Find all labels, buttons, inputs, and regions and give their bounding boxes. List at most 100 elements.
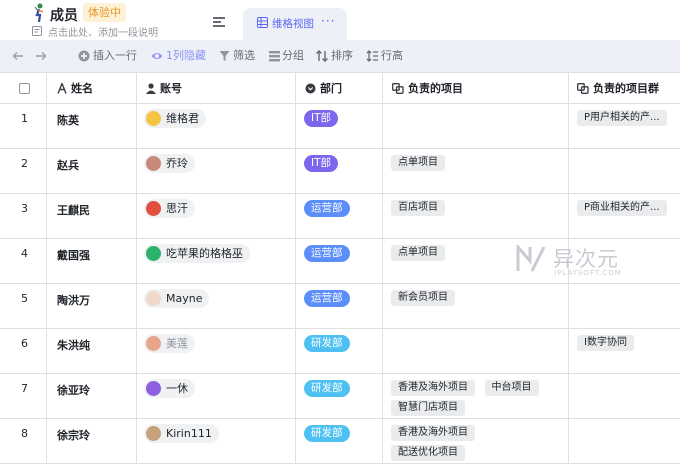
insert-row-button[interactable]: 插入一行	[78, 40, 140, 72]
header-account[interactable]: 账号	[137, 73, 296, 104]
project-tag[interactable]: 点单项目	[391, 155, 445, 171]
name-cell[interactable]: 陶洪万	[47, 284, 137, 328]
account-cell[interactable]: Kirin111	[137, 419, 296, 463]
table-row[interactable]: 1 陈英 维格君 IT部 P用户相关的产...	[0, 104, 680, 149]
project-groups-cell[interactable]	[569, 419, 680, 463]
account-chip[interactable]: 一休	[144, 379, 195, 398]
trial-badge: 体验中	[83, 3, 126, 22]
department-cell[interactable]: 运营部	[296, 194, 383, 238]
department-tag: IT部	[304, 155, 339, 172]
header-projects[interactable]: 负责的项目	[383, 73, 569, 104]
more-icon[interactable]: ···	[321, 14, 335, 28]
hidden-columns-button[interactable]: 1列隐藏	[151, 40, 208, 72]
row-number-cell[interactable]: 2	[0, 149, 47, 193]
project-tag[interactable]: 配送优化项目	[391, 445, 465, 461]
description-field[interactable]: 点击此处、添加一段说明	[48, 24, 158, 39]
projects-cell[interactable]	[383, 104, 569, 148]
table-row[interactable]: 3 王麒民 思汗 运营部 百店项目 P商业相关的产...	[0, 194, 680, 239]
name-cell[interactable]: 王麒民	[47, 194, 137, 238]
projects-cell[interactable]: 点单项目	[383, 149, 569, 193]
projects-cell[interactable]: 新会员项目	[383, 284, 569, 328]
sort-button[interactable]: 排序	[316, 40, 354, 72]
row-number-cell[interactable]: 8	[0, 419, 47, 463]
account-name: 乔玲	[166, 157, 188, 170]
avatar	[146, 201, 161, 216]
account-chip[interactable]: Mayne	[144, 289, 210, 308]
department-cell[interactable]: 运营部	[296, 284, 383, 328]
project-group-tag[interactable]: P用户相关的产...	[577, 110, 667, 126]
tab-grid-view[interactable]: 维格视图 ···	[243, 8, 347, 40]
account-chip[interactable]: 维格君	[144, 109, 206, 128]
table-row[interactable]: 8 徐宗玲 Kirin111 研发部 香港及海外项目 配送优化项目	[0, 419, 680, 464]
project-groups-cell[interactable]	[569, 284, 680, 328]
projects-cell[interactable]: 香港及海外项目 中台项目智慧门店项目	[383, 374, 569, 418]
undo-button[interactable]	[12, 40, 26, 72]
account-cell[interactable]: 吃苹果的格格巫	[137, 239, 296, 283]
project-tag[interactable]: 中台项目	[484, 380, 539, 396]
department-cell[interactable]: 研发部	[296, 329, 383, 373]
row-height-button[interactable]: 行高	[366, 40, 404, 72]
account-cell[interactable]: 思汗	[137, 194, 296, 238]
header-department[interactable]: 部门	[296, 73, 383, 104]
projects-cell[interactable]	[383, 329, 569, 373]
projects-cell[interactable]: 香港及海外项目 配送优化项目	[383, 419, 569, 463]
department-cell[interactable]: IT部	[296, 149, 383, 193]
account-chip[interactable]: 吃苹果的格格巫	[144, 244, 250, 263]
header-name[interactable]: 姓名	[47, 73, 137, 104]
name-cell[interactable]: 朱洪纯	[47, 329, 137, 373]
table-row[interactable]: 2 赵兵 乔玲 IT部 点单项目	[0, 149, 680, 194]
account-name: 美莲	[166, 337, 188, 350]
project-tag[interactable]: 香港及海外项目	[391, 425, 475, 441]
name-cell[interactable]: 戴国强	[47, 239, 137, 283]
project-groups-cell[interactable]	[569, 374, 680, 418]
group-button[interactable]: 分组	[269, 40, 305, 72]
row-number-cell[interactable]: 1	[0, 104, 47, 148]
department-cell[interactable]: 运营部	[296, 239, 383, 283]
account-cell[interactable]: 维格君	[137, 104, 296, 148]
account-chip[interactable]: 思汗	[144, 199, 195, 218]
row-number-cell[interactable]: 4	[0, 239, 47, 283]
header-select-all[interactable]	[0, 73, 47, 104]
app-title[interactable]: 成员	[50, 5, 78, 25]
table-row[interactable]: 7 徐亚玲 一休 研发部 香港及海外项目 中台项目智慧门店项目	[0, 374, 680, 419]
row-number-cell[interactable]: 6	[0, 329, 47, 373]
department-cell[interactable]: IT部	[296, 104, 383, 148]
project-tag[interactable]: 智慧门店项目	[391, 400, 465, 416]
project-groups-cell[interactable]: P用户相关的产...	[569, 104, 680, 148]
header-project-groups[interactable]: 负责的项目群	[569, 73, 680, 104]
row-number-cell[interactable]: 7	[0, 374, 47, 418]
project-groups-cell[interactable]: I数字协同	[569, 329, 680, 373]
avatar	[146, 246, 161, 261]
table-row[interactable]: 5 陶洪万 Mayne 运营部 新会员项目	[0, 284, 680, 329]
table-row[interactable]: 6 朱洪纯 美莲 研发部 I数字协同	[0, 329, 680, 374]
checkbox-icon[interactable]	[19, 83, 30, 94]
project-group-tag[interactable]: P商业相关的产...	[577, 200, 667, 216]
name-cell[interactable]: 徐宗玲	[47, 419, 137, 463]
department-cell[interactable]: 研发部	[296, 419, 383, 463]
redo-button[interactable]	[35, 40, 49, 72]
account-cell[interactable]: 乔玲	[137, 149, 296, 193]
department-cell[interactable]: 研发部	[296, 374, 383, 418]
filter-button[interactable]: 筛选	[219, 40, 257, 72]
sidebar-toggle-icon[interactable]	[213, 17, 225, 27]
project-groups-cell[interactable]: P商业相关的产...	[569, 194, 680, 238]
account-chip[interactable]: Kirin111	[144, 424, 219, 443]
link-field-icon	[392, 83, 404, 94]
name-cell[interactable]: 陈英	[47, 104, 137, 148]
projects-cell[interactable]: 百店项目	[383, 194, 569, 238]
project-tag[interactable]: 点单项目	[391, 245, 445, 261]
account-cell[interactable]: 一休	[137, 374, 296, 418]
project-group-tag[interactable]: I数字协同	[577, 335, 634, 351]
account-chip[interactable]: 美莲	[144, 334, 195, 353]
name-cell[interactable]: 赵兵	[47, 149, 137, 193]
name-cell[interactable]: 徐亚玲	[47, 374, 137, 418]
project-tag[interactable]: 百店项目	[391, 200, 445, 216]
row-number-cell[interactable]: 5	[0, 284, 47, 328]
project-tag[interactable]: 新会员项目	[391, 290, 455, 306]
account-chip[interactable]: 乔玲	[144, 154, 195, 173]
row-number-cell[interactable]: 3	[0, 194, 47, 238]
account-cell[interactable]: Mayne	[137, 284, 296, 328]
project-tag[interactable]: 香港及海外项目	[391, 380, 475, 396]
account-cell[interactable]: 美莲	[137, 329, 296, 373]
project-groups-cell[interactable]	[569, 149, 680, 193]
